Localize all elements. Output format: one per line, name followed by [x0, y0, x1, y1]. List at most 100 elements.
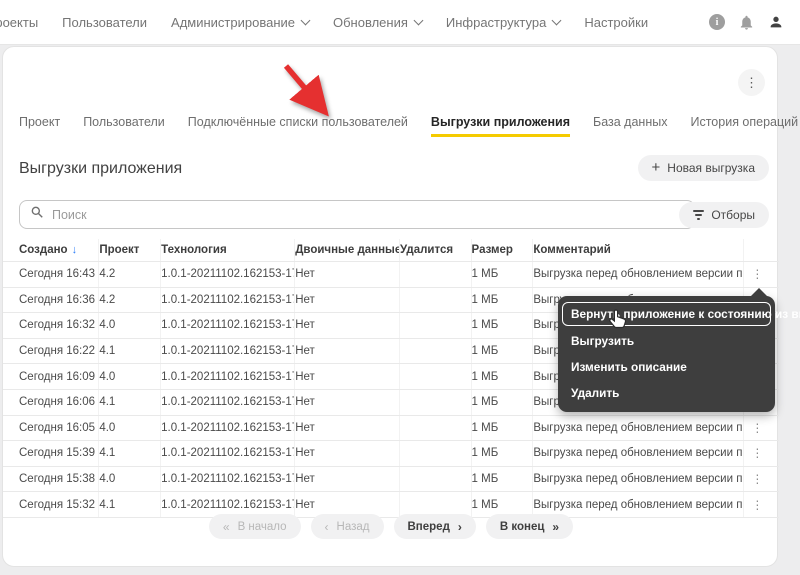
double-chevron-right-icon: » [552, 519, 560, 534]
tab-connected-user-lists[interactable]: Подключённые списки пользователей [188, 115, 408, 137]
cell-comment: Выгрузка перед обновлением версии проект… [533, 466, 744, 492]
cell-expires [400, 415, 472, 441]
cell-size: 1 МБ [472, 364, 534, 389]
row-menu-button[interactable]: ⋮ [751, 498, 763, 512]
table-row[interactable]: Сегодня 16:05 4.0 1.0.1-20211102.162153-… [3, 415, 779, 442]
nav-item-administration[interactable]: Администрирование [171, 15, 311, 30]
cell-project: 4.1 [99, 338, 162, 364]
column-header-project[interactable]: Проект [99, 239, 162, 261]
nav-item-infrastructure[interactable]: Инфраструктура [446, 15, 562, 30]
pagination-first-button[interactable]: « В начало [208, 514, 301, 539]
menu-item-restore-from-dump[interactable]: Вернуть приложение к состоянию из выгруз… [562, 302, 800, 326]
user-icon[interactable] [768, 14, 784, 30]
filter-icon [693, 210, 705, 220]
cell-binary-data: Нет [295, 287, 400, 313]
search-icon [30, 205, 44, 224]
nav-item-settings[interactable]: Настройки [584, 15, 648, 30]
cell-size: 1 МБ [472, 389, 534, 415]
sort-desc-icon: ↓ [71, 244, 78, 256]
tab-operation-history[interactable]: История операций [690, 115, 798, 137]
double-chevron-left-icon: « [222, 519, 230, 534]
cell-created: Сегодня 16:43 [19, 262, 100, 287]
cell-binary-data: Нет [295, 364, 400, 389]
table-header-row: Создано ↓ Проект Технология Двоичные дан… [3, 239, 779, 262]
menu-item-delete[interactable]: Удалить [558, 380, 775, 406]
search-input[interactable] [52, 207, 684, 222]
bell-icon[interactable] [738, 14, 755, 31]
cell-technology: 1.0.1-20211102.162153-173 [161, 262, 296, 287]
row-menu-button[interactable]: ⋮ [751, 472, 763, 486]
cell-expires [400, 441, 472, 466]
column-header-size[interactable]: Размер [472, 239, 534, 261]
cell-comment: Выгрузка перед обновлением версии проект… [533, 415, 744, 441]
row-context-menu: Вернуть приложение к состоянию из выгруз… [558, 288, 800, 412]
cell-binary-data: Нет [295, 338, 400, 364]
chevron-down-icon [300, 15, 311, 25]
cell-project: 4.2 [99, 287, 162, 313]
cell-size: 1 МБ [472, 415, 534, 441]
cell-created: Сегодня 16:22 [19, 338, 100, 364]
cell-technology: 1.0.1-20211102.162153-173 [161, 389, 296, 415]
cell-comment: Выгрузка перед обновлением версии проект… [533, 441, 744, 466]
pagination-prev-button[interactable]: ‹ Назад [310, 514, 384, 539]
column-header-technology[interactable]: Технология [161, 239, 296, 261]
menu-item-download[interactable]: Выгрузить [558, 328, 775, 354]
top-navigation-bar: Проекты Пользователи Администрирование О… [0, 0, 800, 45]
cell-expires [400, 338, 472, 364]
table-row[interactable]: Сегодня 16:43 4.2 1.0.1-20211102.162153-… [3, 262, 779, 288]
cell-binary-data: Нет [295, 389, 400, 415]
cell-size: 1 МБ [472, 338, 534, 364]
column-header-created[interactable]: Создано ↓ [19, 239, 100, 261]
cell-expires [400, 364, 472, 389]
tab-application-dumps[interactable]: Выгрузки приложения [430, 115, 571, 137]
cell-created: Сегодня 16:09 [19, 364, 100, 389]
row-menu-button[interactable]: ⋮ [751, 421, 763, 435]
cell-project: 4.0 [99, 466, 162, 492]
tab-database[interactable]: База данных [593, 115, 667, 137]
chevron-left-icon: ‹ [324, 519, 329, 534]
search-field [19, 200, 695, 229]
cell-binary-data: Нет [295, 262, 400, 287]
nav-item-users[interactable]: Пользователи [62, 15, 147, 30]
cell-project: 4.0 [99, 313, 162, 338]
cell-binary-data: Нет [295, 313, 400, 338]
menu-item-edit-description[interactable]: Изменить описание [558, 354, 775, 380]
plus-icon: + [651, 159, 661, 176]
cell-created: Сегодня 16:05 [19, 415, 100, 441]
filters-button[interactable]: Отборы [679, 202, 769, 228]
tab-users[interactable]: Пользователи [83, 115, 165, 137]
page-menu-button[interactable]: ⋮ [738, 69, 765, 96]
chevron-down-icon [413, 15, 424, 25]
nav-item-updates[interactable]: Обновления [333, 15, 424, 30]
pagination-last-button[interactable]: В конец » [485, 514, 574, 539]
cell-technology: 1.0.1-20211102.162153-173 [161, 287, 296, 313]
cell-expires [400, 389, 472, 415]
column-header-comment[interactable]: Комментарий [533, 239, 744, 261]
row-menu-button[interactable]: ⋮ [751, 446, 763, 460]
cell-binary-data: Нет [295, 415, 400, 441]
cell-project: 4.1 [99, 389, 162, 415]
cell-project: 4.0 [99, 415, 162, 441]
main-nav: Проекты Пользователи Администрирование О… [0, 15, 648, 30]
chevron-right-icon: › [457, 519, 462, 534]
cell-created: Сегодня 16:06 [19, 389, 100, 415]
table-row[interactable]: Сегодня 15:38 4.0 1.0.1-20211102.162153-… [3, 466, 779, 493]
cell-project: 4.2 [99, 262, 162, 287]
tab-project[interactable]: Проект [19, 115, 60, 137]
cell-expires [400, 262, 472, 287]
cell-technology: 1.0.1-20211102.162153-173 [161, 313, 296, 338]
info-icon[interactable]: i [709, 14, 725, 30]
column-header-expires[interactable]: Удалится [400, 239, 472, 261]
cell-project: 4.0 [99, 364, 162, 389]
nav-item-projects[interactable]: Проекты [0, 15, 38, 30]
row-menu-button[interactable]: ⋮ [751, 267, 763, 281]
cell-project: 4.1 [99, 441, 162, 466]
new-dump-button[interactable]: + Новая выгрузка [637, 155, 769, 181]
cell-size: 1 МБ [472, 287, 534, 313]
column-header-binary-data[interactable]: Двоичные данные [295, 239, 400, 261]
tab-bar: Проект Пользователи Подключённые списки … [19, 115, 800, 137]
cell-created: Сегодня 16:36 [19, 287, 100, 313]
cell-created: Сегодня 15:39 [19, 441, 100, 466]
table-row[interactable]: Сегодня 15:39 4.1 1.0.1-20211102.162153-… [3, 441, 779, 467]
pagination-next-button[interactable]: Вперед › [393, 514, 476, 539]
